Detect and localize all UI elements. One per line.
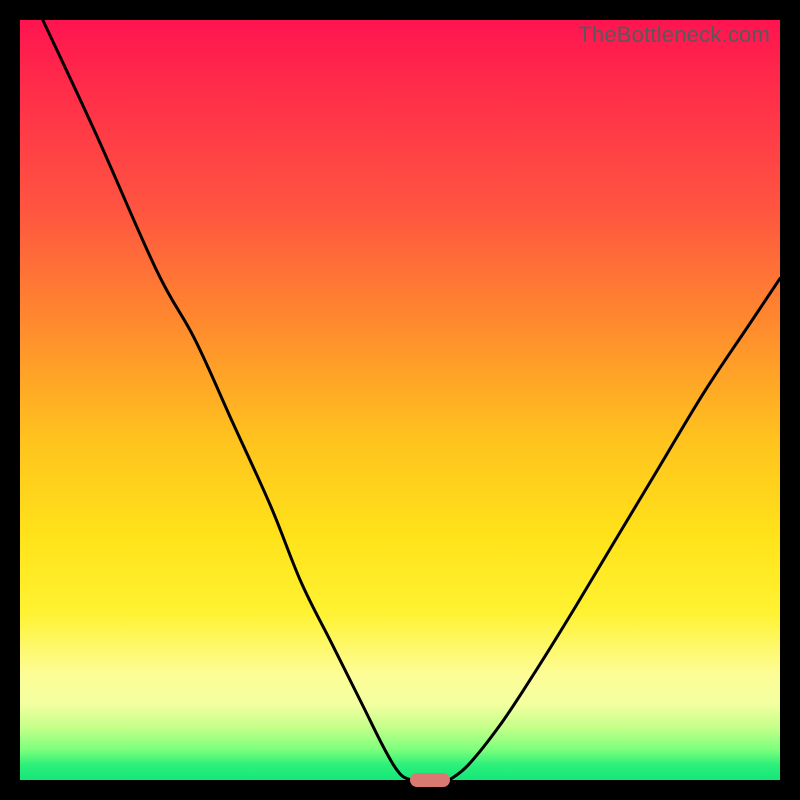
plot-area: TheBottleneck.com [20,20,780,780]
curve-layer [20,20,780,780]
curve-right [449,278,780,780]
curve-left [43,20,412,780]
chart-frame: TheBottleneck.com [0,0,800,800]
minimum-marker [410,773,450,787]
